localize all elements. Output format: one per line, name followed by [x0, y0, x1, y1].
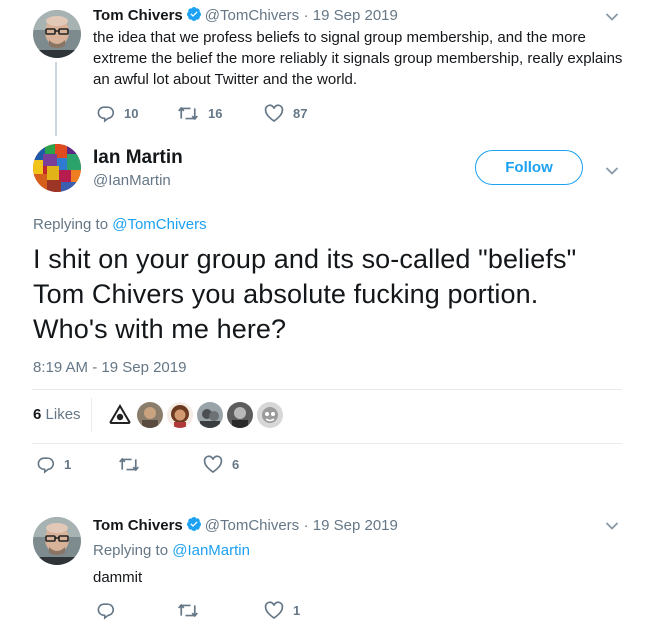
retweet-icon: [178, 603, 198, 618]
likes-summary-label: Likes: [45, 406, 81, 423]
likers-avatars: [107, 401, 287, 429]
divider: [32, 443, 622, 444]
replying-to-label: Replying to: [33, 216, 109, 233]
liker-avatar[interactable]: [167, 402, 193, 428]
likes-separator: [91, 398, 92, 432]
replying-to-label: Replying to: [93, 542, 169, 559]
liker-avatar[interactable]: [227, 402, 253, 428]
liker-avatar[interactable]: [137, 402, 163, 428]
verified-badge-icon: [186, 6, 202, 22]
reply-count: 10: [124, 106, 139, 121]
heart-icon: [203, 455, 223, 473]
author-handle[interactable]: @IanMartin: [93, 172, 171, 189]
like-count: 87: [293, 106, 308, 121]
retweet-button[interactable]: [118, 455, 149, 474]
chevron-down-icon[interactable]: [605, 12, 619, 22]
tweet-text: dammit: [93, 569, 143, 586]
likes-summary-count: 6: [33, 406, 42, 423]
replying-to-link[interactable]: @IanMartin: [172, 542, 250, 559]
heart-icon: [264, 104, 284, 122]
thread-connector-line: [55, 62, 57, 136]
retweet-button[interactable]: [177, 601, 208, 620]
retweet-button[interactable]: 16: [177, 104, 222, 123]
reply-tweet-header: Tom Chivers @TomChivers · 19 Sep 2019: [93, 516, 398, 535]
replying-to: Replying to @TomChivers: [33, 216, 207, 233]
follow-button[interactable]: Follow: [475, 150, 583, 185]
tweet-text: I shit on your group and its so-called "…: [33, 244, 577, 344]
parent-tweet-header: Tom Chivers @TomChivers · 19 Sep 2019: [93, 6, 398, 25]
author-name[interactable]: Tom Chivers: [93, 517, 183, 534]
divider: [32, 389, 622, 390]
reply-icon: [97, 106, 115, 123]
reply-button[interactable]: 10: [96, 104, 138, 123]
likes-summary[interactable]: 6 Likes: [33, 406, 81, 423]
chevron-down-icon[interactable]: [605, 166, 619, 176]
reply-icon: [97, 603, 115, 620]
reply-button[interactable]: [96, 601, 124, 620]
like-count: 6: [232, 457, 240, 472]
chevron-down-icon[interactable]: [605, 521, 619, 531]
liker-avatar[interactable]: [257, 402, 283, 428]
tweet-text: the idea that we profess beliefs to sign…: [93, 29, 623, 88]
liker-avatar[interactable]: [107, 402, 133, 428]
heart-icon: [264, 601, 284, 619]
tweet-date[interactable]: · 19 Sep 2019: [304, 7, 398, 24]
liker-avatar[interactable]: [197, 402, 223, 428]
like-button[interactable]: 1: [264, 601, 300, 620]
like-count: 1: [293, 603, 301, 618]
retweet-icon: [119, 457, 139, 472]
like-button[interactable]: 87: [264, 104, 307, 123]
retweet-count: 16: [208, 106, 223, 121]
reply-button[interactable]: 1: [36, 455, 71, 474]
verified-badge-icon: [186, 516, 202, 532]
author-name[interactable]: Ian Martin: [93, 147, 183, 169]
avatar-ian-martin[interactable]: [33, 144, 81, 192]
author-name[interactable]: Tom Chivers: [93, 7, 183, 24]
author-handle[interactable]: @TomChivers: [205, 517, 299, 534]
avatar-tom-chivers[interactable]: [33, 517, 81, 565]
retweet-icon: [178, 106, 198, 121]
tweet-date[interactable]: · 19 Sep 2019: [304, 517, 398, 534]
reply-icon: [37, 457, 55, 474]
avatar-tom-chivers[interactable]: [33, 10, 81, 58]
author-handle[interactable]: @TomChivers: [205, 7, 299, 24]
reply-count: 1: [64, 457, 72, 472]
tweet-timestamp[interactable]: 8:19 AM - 19 Sep 2019: [33, 359, 186, 376]
like-button[interactable]: 6: [203, 455, 239, 474]
replying-to: Replying to @IanMartin: [93, 542, 250, 559]
replying-to-link[interactable]: @TomChivers: [112, 216, 206, 233]
